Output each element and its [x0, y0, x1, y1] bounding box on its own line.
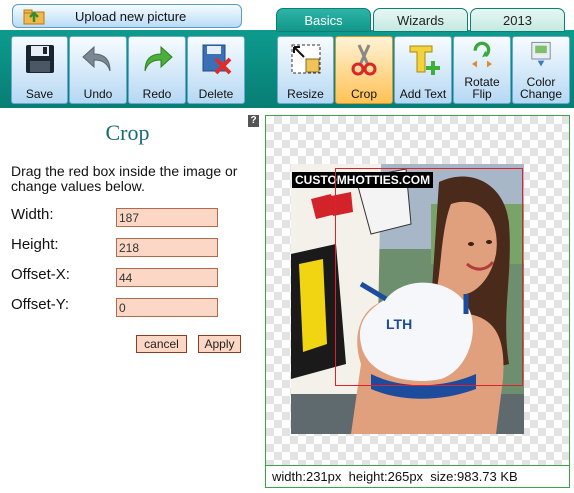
color-change-icon: [531, 41, 551, 67]
floppy-disk-icon: [25, 45, 54, 73]
offset-y-label: Offset-Y:: [11, 296, 70, 313]
upload-icon: [23, 9, 45, 25]
image-status-bar: width:231px height:265px size:983.73 KB: [265, 465, 570, 488]
flip-label: Flip: [472, 87, 492, 101]
offset-x-input[interactable]: [116, 268, 218, 287]
tab-2013[interactable]: 2013: [470, 8, 565, 32]
delete-button[interactable]: Delete: [187, 36, 245, 104]
image-info-text: width:231px height:265px size:983.73 KB: [272, 469, 518, 484]
crop-label: Crop: [350, 87, 377, 101]
undo-arrow-icon: [82, 45, 111, 72]
rotate-flip-label: Rotate Flip: [454, 76, 510, 100]
upload-label: Upload new picture: [75, 9, 187, 24]
undo-label: Undo: [83, 87, 113, 101]
color-change-button[interactable]: Color Change: [512, 36, 570, 104]
height-label: Height:: [11, 236, 59, 253]
offset-x-label: Offset-X:: [11, 266, 70, 283]
tab-wizards[interactable]: Wizards: [373, 8, 468, 32]
panel-title: Crop: [105, 120, 150, 145]
delete-label: Delete: [198, 87, 234, 101]
tab-basics[interactable]: Basics: [276, 8, 371, 32]
width-label: Width:: [11, 206, 54, 223]
scissors-icon: [351, 44, 377, 76]
add-text-button[interactable]: Add Text: [394, 36, 452, 104]
crop-instructions: Drag the red box inside the image or cha…: [11, 163, 238, 194]
add-text-label: Add Text: [399, 87, 447, 101]
change-label: Change: [519, 87, 563, 101]
undo-button[interactable]: Undo: [69, 36, 127, 104]
crop-button[interactable]: Crop: [335, 36, 393, 104]
cancel-button[interactable]: cancel: [136, 335, 187, 353]
redo-button[interactable]: Redo: [128, 36, 186, 104]
crop-selection-box[interactable]: [335, 168, 523, 386]
delete-icon: [202, 44, 232, 75]
offset-y-input[interactable]: [116, 298, 218, 317]
width-input[interactable]: [116, 208, 218, 227]
resize-icon: [291, 44, 320, 74]
height-input[interactable]: [116, 238, 218, 257]
apply-button[interactable]: Apply: [198, 335, 241, 353]
color-change-label: Color Change: [513, 76, 569, 100]
add-text-icon: [409, 45, 440, 75]
rotate-flip-button[interactable]: Rotate Flip: [453, 36, 511, 104]
redo-label: Redo: [142, 87, 172, 101]
resize-button[interactable]: Resize: [277, 36, 334, 104]
upload-picture-button[interactable]: Upload new picture: [12, 4, 242, 28]
resize-label: Resize: [287, 87, 324, 101]
save-button[interactable]: Save: [11, 36, 68, 104]
rotate-flip-icon: [472, 41, 492, 68]
save-label: Save: [25, 87, 54, 101]
top-toolbar: Upload new picture Basics Wizards 2013 S…: [0, 0, 574, 108]
redo-arrow-icon: [144, 45, 173, 72]
